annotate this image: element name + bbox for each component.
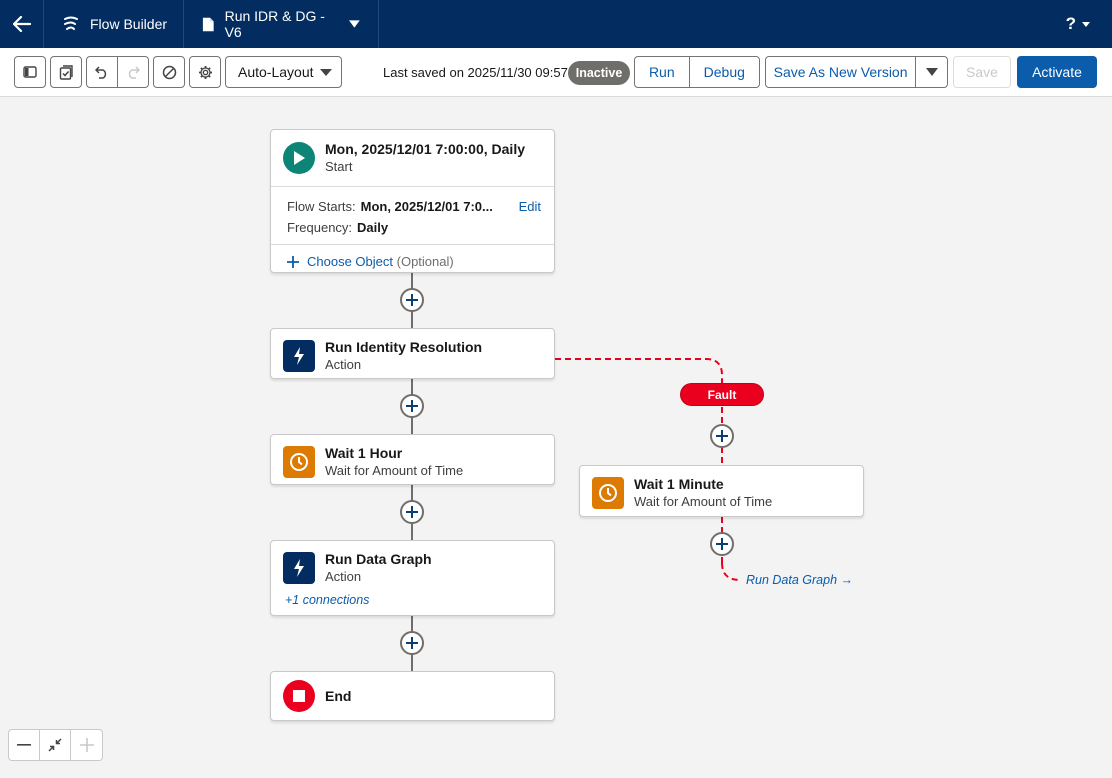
edit-schedule-link[interactable]: Edit — [519, 196, 541, 217]
arrow-left-icon — [12, 16, 31, 32]
app-name: Flow Builder — [90, 16, 168, 32]
flow-starts-row: Flow Starts: Mon, 2025/12/01 7:0... Edit — [287, 196, 541, 217]
add-element-button[interactable] — [710, 532, 734, 556]
node-title: End — [325, 688, 352, 704]
save-button[interactable]: Save — [953, 56, 1011, 88]
run-debug-group: Run Debug — [634, 56, 760, 88]
checklist-icon — [59, 64, 73, 80]
start-details: Flow Starts: Mon, 2025/12/01 7:0... Edit… — [271, 186, 554, 244]
connections-link[interactable]: +1 connections — [285, 593, 369, 607]
start-title: Mon, 2025/12/01 7:00:00, Daily — [325, 141, 525, 157]
start-subtitle: Start — [325, 159, 353, 174]
zoom-in-button[interactable] — [71, 730, 102, 760]
lightning-icon — [283, 340, 315, 372]
fault-badge: Fault — [680, 383, 764, 406]
panel-icon — [23, 66, 37, 78]
play-icon — [283, 142, 315, 174]
redo-icon — [128, 65, 140, 79]
help-menu[interactable]: ? — [1066, 14, 1090, 34]
node-title: Wait 1 Hour — [325, 445, 403, 461]
help-icon: ? — [1065, 14, 1076, 33]
wait-1-minute-node[interactable]: Wait 1 Minute Wait for Amount of Time — [579, 465, 864, 517]
caret-down-icon — [1082, 21, 1090, 27]
flow-canvas[interactable]: Mon, 2025/12/01 7:00:00, Daily Start Flo… — [0, 97, 1112, 778]
app-header: Flow Builder Run IDR & DG - V6 ? — [0, 0, 1112, 48]
clock-icon — [283, 446, 315, 478]
add-element-button[interactable] — [400, 394, 424, 418]
clock-icon — [592, 477, 624, 509]
identity-resolution-node[interactable]: Run Identity Resolution Action — [270, 328, 555, 379]
check-errors-button[interactable] — [50, 56, 82, 88]
save-button-label: Save — [966, 64, 998, 80]
debug-button-label: Debug — [703, 64, 745, 80]
save-as-new-version-label: Save As New Version — [773, 64, 908, 80]
minus-icon — [17, 744, 31, 746]
end-node[interactable]: End — [270, 671, 555, 721]
status-badge: Inactive — [568, 61, 630, 85]
plus-icon — [79, 738, 94, 752]
zoom-controls — [8, 729, 103, 761]
save-as-group: Save As New Version — [765, 56, 948, 88]
flow-starts-value: Mon, 2025/12/01 7:0... — [360, 199, 493, 214]
zoom-out-button[interactable] — [9, 730, 40, 760]
flow-starts-label: Flow Starts: — [287, 199, 356, 214]
node-title: Run Data Graph — [325, 551, 432, 567]
activate-button[interactable]: Activate — [1017, 56, 1097, 88]
layout-select[interactable]: Auto-Layout — [225, 56, 342, 88]
node-subtitle: Wait for Amount of Time — [634, 494, 773, 509]
undo-redo-group — [86, 56, 149, 88]
toolbar: Auto-Layout Last saved on 2025/11/30 09:… — [0, 48, 1112, 97]
redo-button[interactable] — [118, 57, 148, 87]
settings-button[interactable] — [189, 56, 221, 88]
lightning-icon — [283, 552, 315, 584]
run-button[interactable]: Run — [635, 57, 690, 87]
save-as-new-version-button[interactable]: Save As New Version — [766, 57, 917, 87]
back-button[interactable] — [0, 0, 44, 48]
fit-to-view-button[interactable] — [40, 730, 71, 760]
undo-button[interactable] — [87, 57, 118, 87]
optional-label: (Optional) — [396, 254, 454, 269]
toggle-panel-button[interactable] — [14, 56, 46, 88]
node-title: Run Identity Resolution — [325, 339, 483, 355]
node-title: Wait 1 Minute — [634, 476, 724, 492]
add-element-button[interactable] — [400, 500, 424, 524]
run-button-label: Run — [648, 64, 675, 80]
connector-lines — [411, 273, 741, 671]
wait-1-hour-node[interactable]: Wait 1 Hour Wait for Amount of Time — [270, 434, 555, 485]
node-subtitle: Action — [325, 569, 362, 584]
debug-button[interactable]: Debug — [690, 57, 759, 87]
flow-version-menu[interactable]: Run IDR & DG - V6 — [184, 0, 380, 48]
last-saved-text: Last saved on 2025/11/30 09:57 — [383, 65, 568, 80]
flow-name: Run IDR & DG - V6 — [224, 8, 325, 40]
flow-icon — [64, 16, 78, 30]
choose-object-row[interactable]: Choose Object (Optional) — [271, 244, 554, 278]
stop-icon — [283, 680, 315, 712]
ban-icon — [162, 65, 176, 79]
caret-down-icon — [349, 20, 361, 28]
undo-icon — [94, 65, 106, 79]
gear-icon — [198, 65, 212, 79]
contract-icon — [48, 738, 62, 752]
add-element-button[interactable] — [400, 288, 424, 312]
add-element-button[interactable] — [710, 424, 734, 448]
cancel-changes-button[interactable] — [153, 56, 185, 88]
frequency-label: Frequency: — [287, 220, 353, 235]
node-subtitle: Action — [325, 357, 362, 372]
add-element-button[interactable] — [400, 631, 424, 655]
frequency-value: Daily — [357, 220, 389, 235]
start-node[interactable]: Mon, 2025/12/01 7:00:00, Daily Start Flo… — [270, 129, 555, 273]
run-data-graph-node[interactable]: Run Data Graph Action +1 connections — [270, 540, 555, 616]
layout-select-value: Auto-Layout — [238, 64, 314, 80]
activate-button-label: Activate — [1032, 64, 1082, 80]
app-title: Flow Builder — [44, 0, 185, 48]
choose-object-link[interactable]: Choose Object — [307, 254, 393, 269]
frequency-row: Frequency: Daily — [287, 217, 538, 238]
document-icon — [202, 17, 214, 31]
chevron-down-icon — [320, 69, 332, 76]
goto-run-data-graph-link[interactable]: Run Data Graph → — [746, 573, 853, 587]
add-icon — [287, 255, 299, 268]
save-menu-button[interactable] — [916, 57, 947, 87]
chevron-down-icon — [925, 68, 938, 76]
node-subtitle: Wait for Amount of Time — [325, 463, 464, 478]
